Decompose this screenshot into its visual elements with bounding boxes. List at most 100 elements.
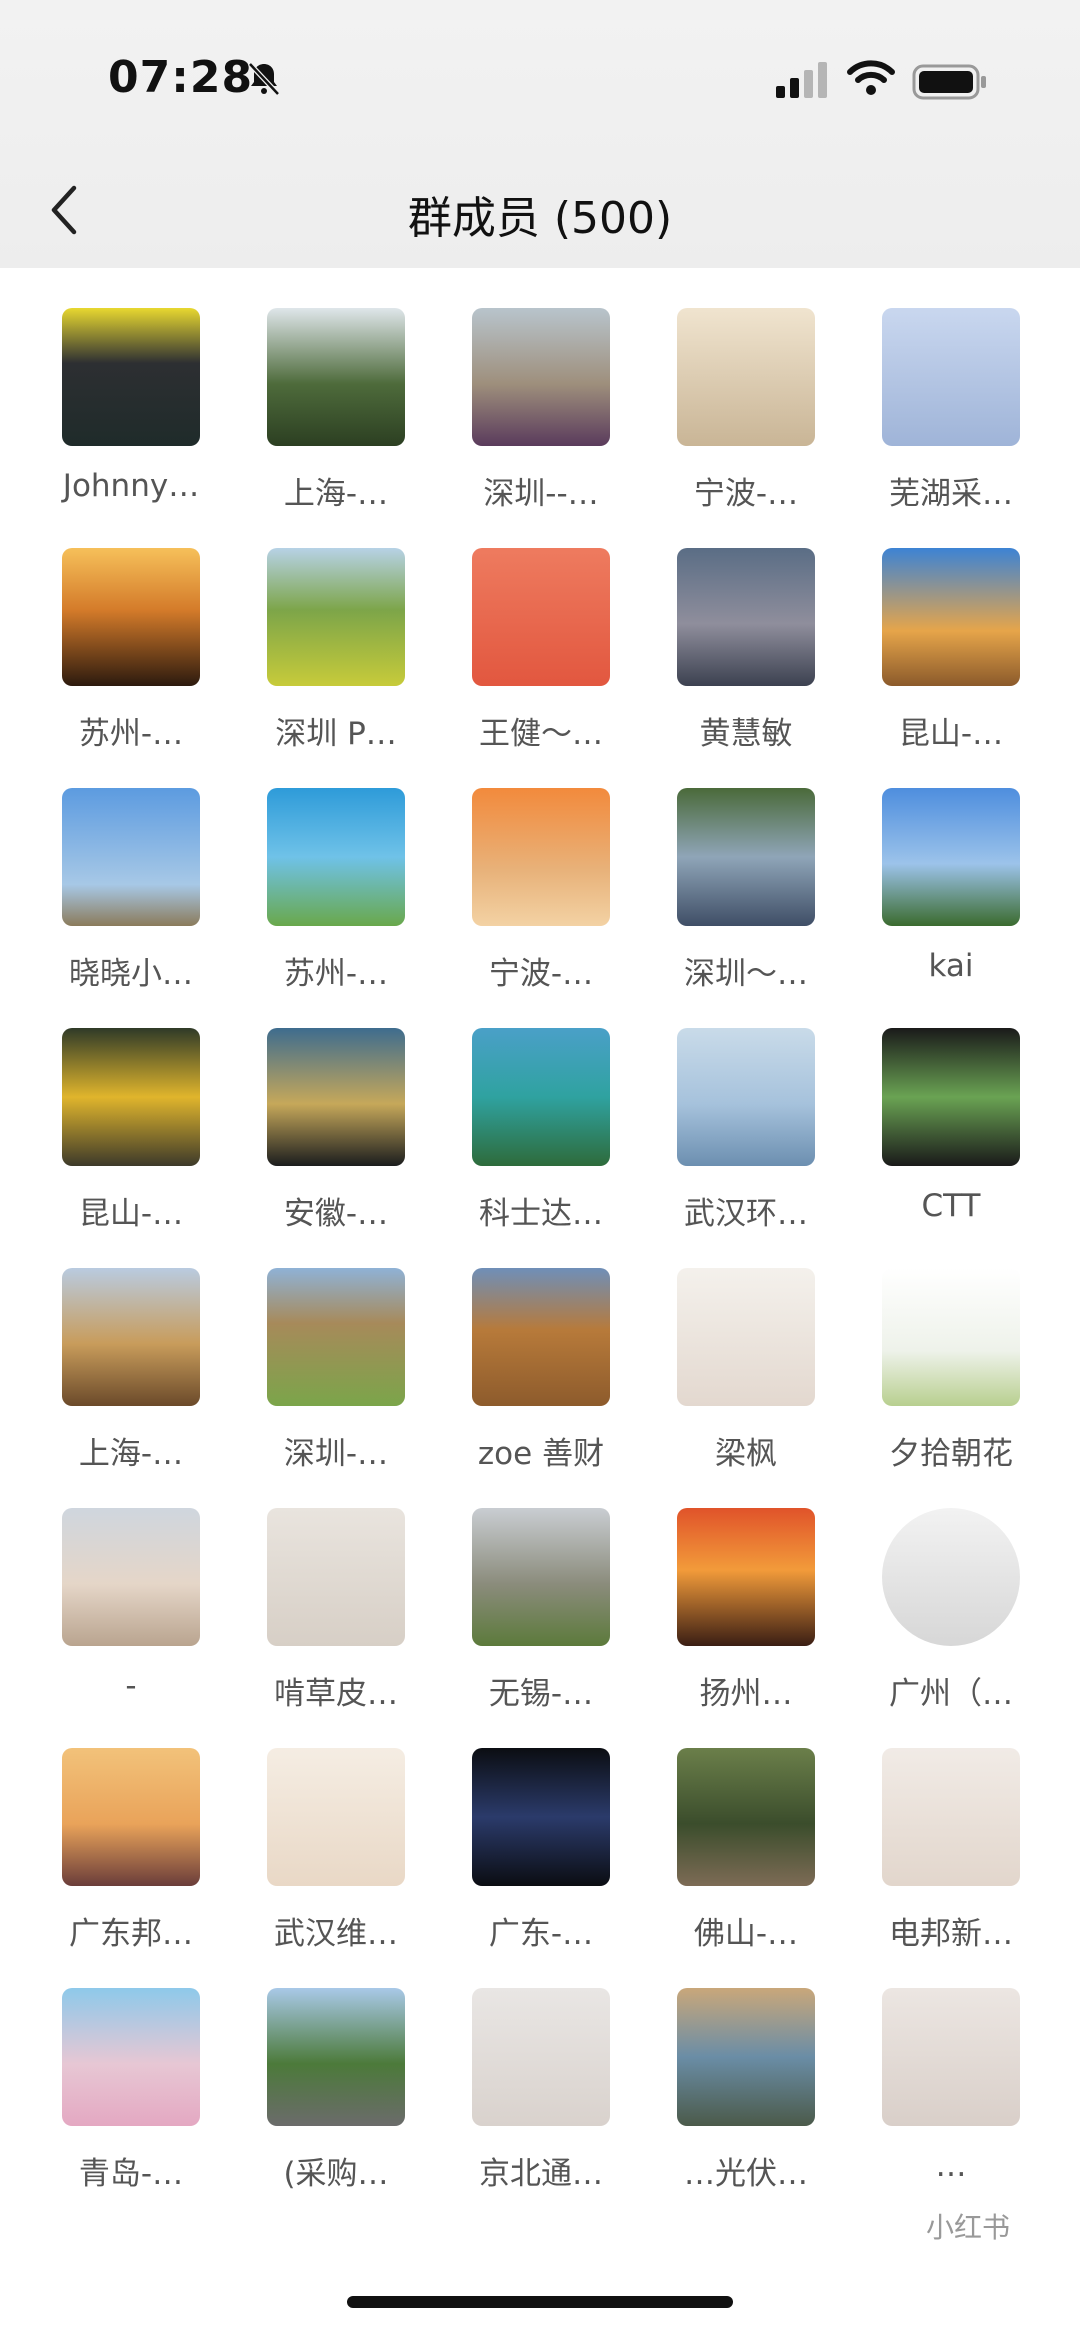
member-item[interactable]: 苏州-… (233, 788, 439, 1028)
member-item[interactable]: 武汉维… (233, 1748, 439, 1988)
member-name: 扬州… (699, 1676, 793, 1712)
member-avatar[interactable] (677, 788, 815, 926)
member-item[interactable]: … (848, 1988, 1054, 2228)
member-name: 青岛-… (78, 2156, 184, 2192)
member-grid: 上海-…华北-…Aiben深圳…在水一方Johnny…上海-…深圳--…宁波-…… (0, 0, 1080, 2339)
member-item[interactable]: 深圳-… (233, 1268, 439, 1508)
member-item[interactable]: 梁枫 (643, 1268, 849, 1508)
member-avatar[interactable] (62, 788, 200, 926)
member-avatar[interactable] (472, 1748, 610, 1886)
member-item[interactable]: 科士达… (438, 1028, 644, 1268)
member-avatar[interactable] (677, 308, 815, 446)
member-avatar[interactable] (882, 1508, 1020, 1646)
member-name: (采购… (283, 2156, 389, 2192)
navigation-bar: 群成员 (500) (0, 170, 1080, 250)
member-avatar[interactable] (882, 1028, 1020, 1166)
member-avatar[interactable] (472, 548, 610, 686)
member-item[interactable]: 黄慧敏 (643, 548, 849, 788)
member-name: 佛山-… (693, 1916, 799, 1952)
member-item[interactable]: 上海-… (28, 1268, 234, 1508)
member-item[interactable]: CTT (848, 1028, 1054, 1268)
member-item[interactable]: 夕拾朝花 (848, 1268, 1054, 1508)
member-item[interactable]: 广东-… (438, 1748, 644, 1988)
member-item[interactable]: kai (848, 788, 1054, 1028)
member-item[interactable]: 京北通… (438, 1988, 644, 2228)
member-name: kai (928, 948, 974, 984)
member-name: 武汉环… (684, 1196, 808, 1232)
member-item[interactable]: 宁波-… (643, 308, 849, 548)
member-item[interactable]: 芜湖采… (848, 308, 1054, 548)
member-name: 电邦新… (889, 1916, 1013, 1952)
member-item[interactable]: 广东邦… (28, 1748, 234, 1988)
status-bar: 07:28 (0, 52, 1080, 112)
member-avatar[interactable] (472, 308, 610, 446)
member-avatar[interactable] (677, 1508, 815, 1646)
member-avatar[interactable] (62, 1748, 200, 1886)
member-avatar[interactable] (677, 1028, 815, 1166)
member-avatar[interactable] (267, 1028, 405, 1166)
member-avatar[interactable] (267, 308, 405, 446)
member-item[interactable]: 电邦新… (848, 1748, 1054, 1988)
member-avatar[interactable] (472, 788, 610, 926)
member-avatar[interactable] (62, 1268, 200, 1406)
member-avatar[interactable] (62, 1028, 200, 1166)
member-item[interactable]: 昆山-… (28, 1028, 234, 1268)
member-avatar[interactable] (472, 1028, 610, 1166)
member-avatar[interactable] (472, 1508, 610, 1646)
member-avatar[interactable] (267, 1508, 405, 1646)
member-item[interactable]: 深圳 P… (233, 548, 439, 788)
member-name: 宁波-… (693, 476, 799, 512)
member-avatar[interactable] (267, 788, 405, 926)
member-avatar[interactable] (62, 1988, 200, 2126)
member-item[interactable]: 上海-… (233, 308, 439, 548)
member-item[interactable]: (采购… (233, 1988, 439, 2228)
member-item[interactable]: 晓晓小… (28, 788, 234, 1028)
member-avatar[interactable] (62, 308, 200, 446)
page-title: 群成员 (500) (407, 193, 673, 244)
member-avatar[interactable] (472, 1988, 610, 2126)
member-avatar[interactable] (882, 788, 1020, 926)
member-item[interactable]: Johnny… (28, 308, 234, 548)
member-item[interactable]: 武汉环… (643, 1028, 849, 1268)
member-item[interactable]: 深圳～… (643, 788, 849, 1028)
member-avatar[interactable] (267, 1268, 405, 1406)
member-avatar[interactable] (882, 1748, 1020, 1886)
member-avatar[interactable] (677, 1988, 815, 2126)
member-avatar[interactable] (267, 1988, 405, 2126)
member-name: 无锡-… (488, 1676, 594, 1712)
member-item[interactable]: zoe 善财 (438, 1268, 644, 1508)
member-avatar[interactable] (882, 1268, 1020, 1406)
member-name: 武汉维… (274, 1916, 398, 1952)
member-item[interactable]: 深圳--… (438, 308, 644, 548)
member-avatar[interactable] (267, 548, 405, 686)
member-name: 晓晓小… (69, 956, 193, 992)
member-item[interactable]: 青岛-… (28, 1988, 234, 2228)
member-avatar[interactable] (62, 548, 200, 686)
member-item[interactable]: 苏州-… (28, 548, 234, 788)
member-avatar[interactable] (882, 308, 1020, 446)
member-item[interactable]: …光伏… (643, 1988, 849, 2228)
member-name: Johnny… (62, 468, 200, 504)
member-name: 广州（… (889, 1676, 1013, 1712)
member-item[interactable]: 无锡-… (438, 1508, 644, 1748)
member-avatar[interactable] (62, 1508, 200, 1646)
member-avatar[interactable] (677, 1748, 815, 1886)
member-item[interactable]: 啃草皮… (233, 1508, 439, 1748)
member-avatar[interactable] (472, 1268, 610, 1406)
member-avatar[interactable] (677, 1268, 815, 1406)
home-indicator[interactable] (347, 2296, 733, 2308)
member-name: 上海-… (78, 1436, 184, 1472)
member-avatar[interactable] (882, 1988, 1020, 2126)
member-name: 梁枫 (715, 1436, 777, 1472)
member-avatar[interactable] (677, 548, 815, 686)
member-item[interactable]: 宁波-… (438, 788, 644, 1028)
member-item[interactable]: 广州（… (848, 1508, 1054, 1748)
member-item[interactable]: 佛山-… (643, 1748, 849, 1988)
member-item[interactable]: 昆山-… (848, 548, 1054, 788)
member-item[interactable]: 安徽-… (233, 1028, 439, 1268)
member-avatar[interactable] (882, 548, 1020, 686)
member-item[interactable]: 王健～… (438, 548, 644, 788)
member-item[interactable]: - (28, 1508, 234, 1748)
member-item[interactable]: 扬州… (643, 1508, 849, 1748)
member-avatar[interactable] (267, 1748, 405, 1886)
